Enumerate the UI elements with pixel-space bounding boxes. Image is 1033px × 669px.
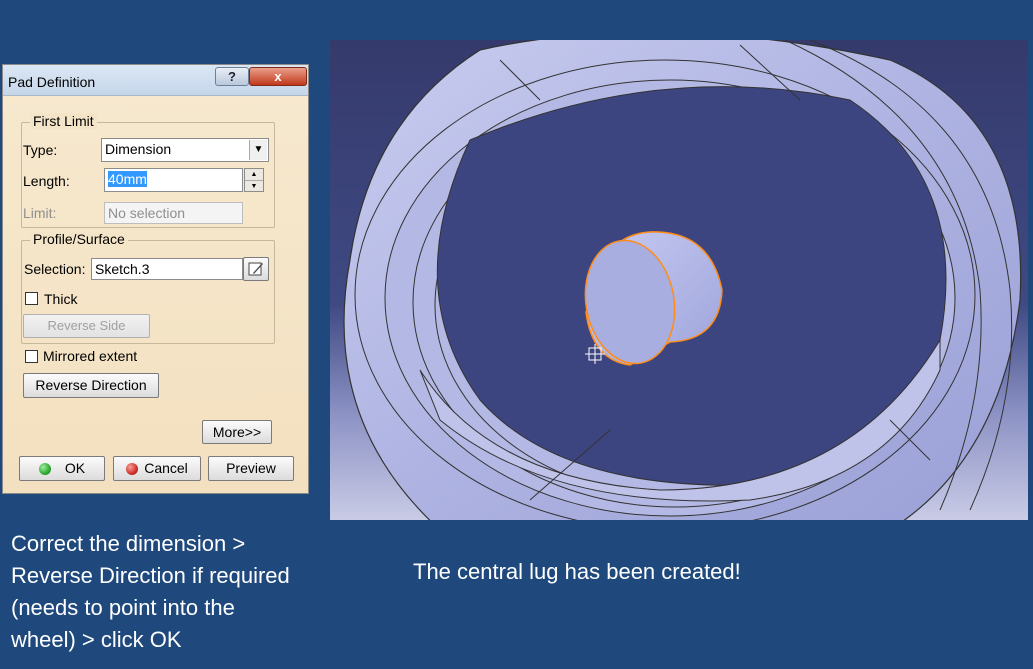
- cancel-button[interactable]: Cancel: [113, 456, 201, 481]
- type-value: Dimension: [105, 141, 172, 157]
- ok-button[interactable]: OK: [19, 456, 105, 481]
- limit-input: No selection: [104, 202, 243, 224]
- mirrored-extent-checkbox[interactable]: [25, 350, 38, 363]
- profile-surface-group-label: Profile/Surface: [30, 231, 128, 247]
- thick-checkbox[interactable]: [25, 292, 38, 305]
- first-limit-group-label: First Limit: [30, 113, 97, 129]
- pad-definition-dialog: Pad Definition ? x First Limit Type: Dim…: [2, 64, 309, 494]
- pencil-icon: [248, 262, 263, 276]
- instruction-line: (needs to point into the: [11, 595, 235, 620]
- type-label: Type:: [23, 142, 58, 158]
- type-dropdown[interactable]: Dimension ▼: [101, 138, 269, 162]
- 3d-viewport[interactable]: [330, 40, 1028, 520]
- limit-label: Limit:: [23, 205, 57, 221]
- instruction-line: Reverse Direction if required: [11, 563, 290, 588]
- sketcher-edit-button[interactable]: [243, 257, 269, 281]
- spin-up-icon[interactable]: ▲: [245, 169, 263, 181]
- preview-button[interactable]: Preview: [208, 456, 294, 481]
- ok-label: OK: [64, 460, 86, 476]
- length-spinner[interactable]: ▲ ▼: [244, 168, 264, 192]
- wheel-model: [343, 40, 1022, 520]
- instruction-line: wheel) > click OK: [11, 627, 182, 652]
- reverse-side-button: Reverse Side: [23, 314, 150, 338]
- cancel-label: Cancel: [144, 460, 188, 476]
- selection-label: Selection:: [24, 261, 86, 277]
- dialog-title: Pad Definition: [8, 74, 96, 90]
- result-caption: The central lug has been created!: [413, 559, 741, 584]
- close-button[interactable]: x: [249, 67, 307, 86]
- help-button[interactable]: ?: [215, 67, 249, 86]
- limit-value: No selection: [108, 205, 186, 221]
- mirrored-extent-label: Mirrored extent: [43, 348, 138, 364]
- ok-icon: [38, 463, 51, 475]
- more-button[interactable]: More>>: [202, 420, 272, 444]
- length-label: Length:: [23, 173, 70, 189]
- selection-value: Sketch.3: [95, 261, 150, 277]
- spin-down-icon[interactable]: ▼: [245, 181, 263, 192]
- length-input[interactable]: 40mm: [104, 168, 243, 192]
- chevron-down-icon[interactable]: ▼: [249, 140, 267, 160]
- dialog-titlebar[interactable]: Pad Definition ? x: [3, 65, 308, 96]
- length-value: 40mm: [108, 171, 147, 187]
- cancel-icon: [126, 463, 139, 475]
- instruction-caption: Correct the dimension > Reverse Directio…: [11, 528, 290, 656]
- reverse-direction-button[interactable]: Reverse Direction: [23, 373, 159, 398]
- selection-input[interactable]: Sketch.3: [91, 258, 243, 280]
- instruction-line: Correct the dimension >: [11, 531, 246, 556]
- thick-label: Thick: [44, 291, 78, 307]
